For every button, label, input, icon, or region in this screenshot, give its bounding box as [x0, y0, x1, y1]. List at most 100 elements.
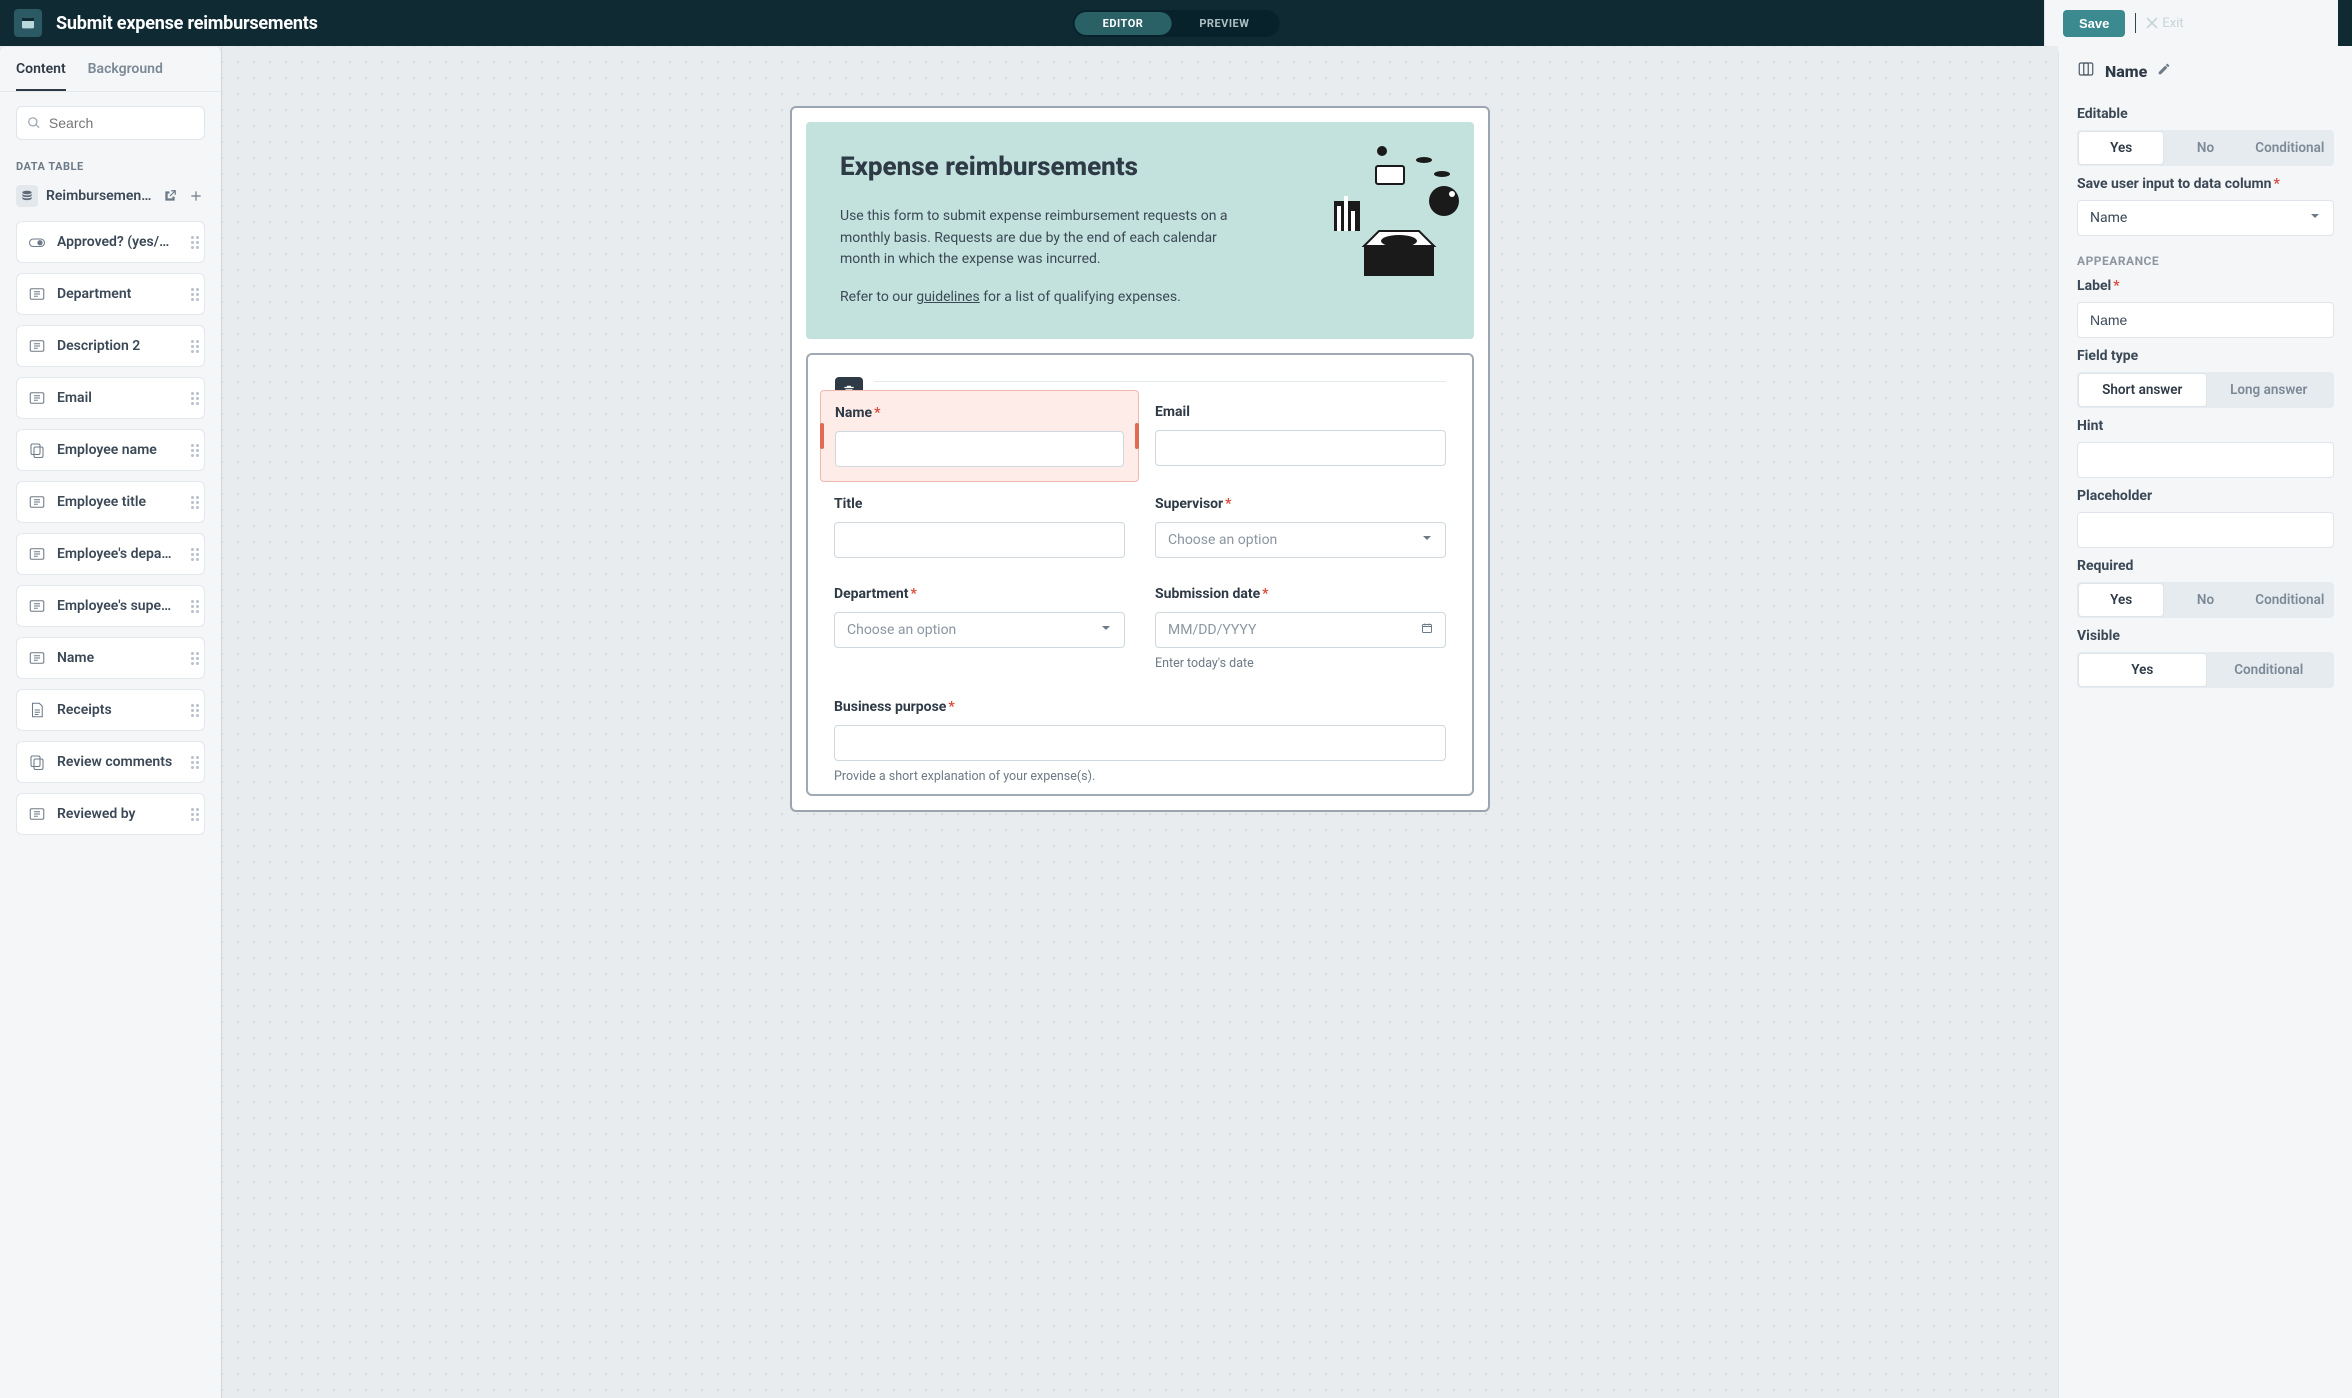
doc-icon	[27, 700, 47, 720]
email-input[interactable]	[1155, 430, 1446, 466]
search-field[interactable]	[49, 115, 194, 131]
copy-icon	[27, 752, 47, 772]
visible-conditional[interactable]: Conditional	[2206, 654, 2333, 686]
drag-handle-icon[interactable]	[191, 704, 194, 717]
visible-yes[interactable]: Yes	[2079, 654, 2206, 686]
drag-handle-icon[interactable]	[191, 444, 194, 457]
drag-handle-icon[interactable]	[191, 288, 194, 301]
field-name[interactable]: Name*	[820, 390, 1139, 482]
list-item[interactable]: Name	[16, 637, 205, 679]
topbar: Submit expense reimbursements EDITOR PRE…	[0, 0, 2352, 46]
prop-label-label: Label*	[2077, 278, 2334, 294]
list-item-label: Employee's supe…	[57, 598, 181, 614]
drag-handle-icon[interactable]	[191, 756, 194, 769]
drag-handle-icon[interactable]	[191, 652, 194, 665]
form-card: Name* Email Title Supervisor* C	[806, 353, 1474, 796]
supervisor-select[interactable]: Choose an option	[1155, 522, 1446, 558]
editable-no[interactable]: No	[2163, 132, 2247, 164]
fieldtype-short[interactable]: Short answer	[2079, 374, 2206, 406]
hint-input[interactable]	[2077, 442, 2334, 478]
submission-date-input[interactable]: MM/DD/YYYY	[1155, 612, 1446, 648]
app-icon	[14, 9, 42, 37]
fieldtype-long[interactable]: Long answer	[2206, 374, 2333, 406]
database-icon	[16, 185, 38, 207]
separator	[2135, 13, 2136, 33]
add-icon[interactable]	[187, 187, 205, 205]
mode-preview[interactable]: PREVIEW	[1171, 12, 1277, 35]
pencil-icon	[2157, 62, 2171, 76]
visible-toggle: Yes Conditional	[2077, 652, 2334, 688]
save-column-select[interactable]: Name	[2077, 200, 2334, 236]
name-input[interactable]	[835, 431, 1124, 467]
list-item[interactable]: Employee name	[16, 429, 205, 471]
list-item[interactable]: Employee's depa…	[16, 533, 205, 575]
editable-toggle: Yes No Conditional	[2077, 130, 2334, 166]
mode-editor[interactable]: EDITOR	[1075, 12, 1172, 35]
chevron-down-icon	[1421, 532, 1433, 548]
drag-handle-icon[interactable]	[191, 548, 194, 561]
canvas[interactable]: Expense reimbursements Use this form to …	[222, 46, 2058, 1398]
list-item[interactable]: Employee title	[16, 481, 205, 523]
prop-hint-label: Hint	[2077, 418, 2334, 434]
toggle-icon	[27, 232, 47, 252]
search-input[interactable]	[16, 106, 205, 140]
prop-required-label: Required	[2077, 558, 2334, 574]
tab-content[interactable]: Content	[16, 47, 66, 91]
list-item[interactable]: Review comments	[16, 741, 205, 783]
exit-button[interactable]: Exit	[2146, 16, 2183, 31]
business-purpose-input[interactable]	[834, 725, 1446, 761]
page-title: Submit expense reimbursements	[56, 13, 318, 34]
list-item[interactable]: Employee's supe…	[16, 585, 205, 627]
hero-desc: Use this form to submit expense reimburs…	[840, 206, 1250, 271]
field-supervisor[interactable]: Supervisor* Choose an option	[1155, 496, 1446, 558]
department-select[interactable]: Choose an option	[834, 612, 1125, 648]
placeholder-input[interactable]	[2077, 512, 2334, 548]
mode-toggle: EDITOR PREVIEW	[1073, 10, 1280, 37]
prop-visible-label: Visible	[2077, 628, 2334, 644]
list-item[interactable]: Receipts	[16, 689, 205, 731]
field-title[interactable]: Title	[834, 496, 1125, 558]
prop-editable-label: Editable	[2077, 106, 2334, 122]
search-icon	[27, 115, 41, 131]
data-table-name[interactable]: Reimbursement …	[46, 188, 153, 204]
field-department[interactable]: Department* Choose an option	[834, 586, 1125, 671]
exit-label: Exit	[2162, 16, 2183, 31]
drag-handle-icon[interactable]	[191, 600, 194, 613]
required-toggle: Yes No Conditional	[2077, 582, 2334, 618]
field-business-purpose[interactable]: Business purpose* Provide a short explan…	[834, 699, 1446, 784]
list-item[interactable]: Email	[16, 377, 205, 419]
list-item-label: Review comments	[57, 754, 181, 770]
chevron-down-icon	[2309, 210, 2321, 226]
text-icon	[27, 648, 47, 668]
text-icon	[27, 544, 47, 564]
field-email[interactable]: Email	[1155, 404, 1446, 468]
title-input[interactable]	[834, 522, 1125, 558]
tab-background[interactable]: Background	[88, 47, 163, 91]
field-icon	[2077, 60, 2095, 82]
list-item[interactable]: Department	[16, 273, 205, 315]
required-conditional[interactable]: Conditional	[2248, 584, 2332, 616]
label-input[interactable]	[2077, 302, 2334, 338]
list-item-label: Department	[57, 286, 181, 302]
field-submission-date[interactable]: Submission date* MM/DD/YYYY Enter today'…	[1155, 586, 1446, 671]
list-item[interactable]: Description 2	[16, 325, 205, 367]
editable-conditional[interactable]: Conditional	[2248, 132, 2332, 164]
edit-name-button[interactable]	[2157, 62, 2171, 80]
drag-handle-icon[interactable]	[191, 808, 194, 821]
list-item[interactable]: Reviewed by	[16, 793, 205, 835]
guidelines-link[interactable]: guidelines	[916, 289, 980, 305]
list-item[interactable]: Approved? (yes/…	[16, 221, 205, 263]
text-icon	[27, 284, 47, 304]
drag-handle-icon[interactable]	[191, 340, 194, 353]
drag-handle-icon[interactable]	[191, 236, 194, 249]
required-no[interactable]: No	[2163, 584, 2247, 616]
open-external-icon[interactable]	[161, 187, 179, 205]
calendar-icon	[1421, 622, 1433, 638]
hero-illustration	[1334, 146, 1464, 286]
hero-guidelines: Refer to our guidelines for a list of qu…	[840, 287, 1250, 309]
required-yes[interactable]: Yes	[2079, 584, 2163, 616]
drag-handle-icon[interactable]	[191, 496, 194, 509]
save-button[interactable]: Save	[2063, 10, 2125, 37]
drag-handle-icon[interactable]	[191, 392, 194, 405]
editable-yes[interactable]: Yes	[2079, 132, 2163, 164]
